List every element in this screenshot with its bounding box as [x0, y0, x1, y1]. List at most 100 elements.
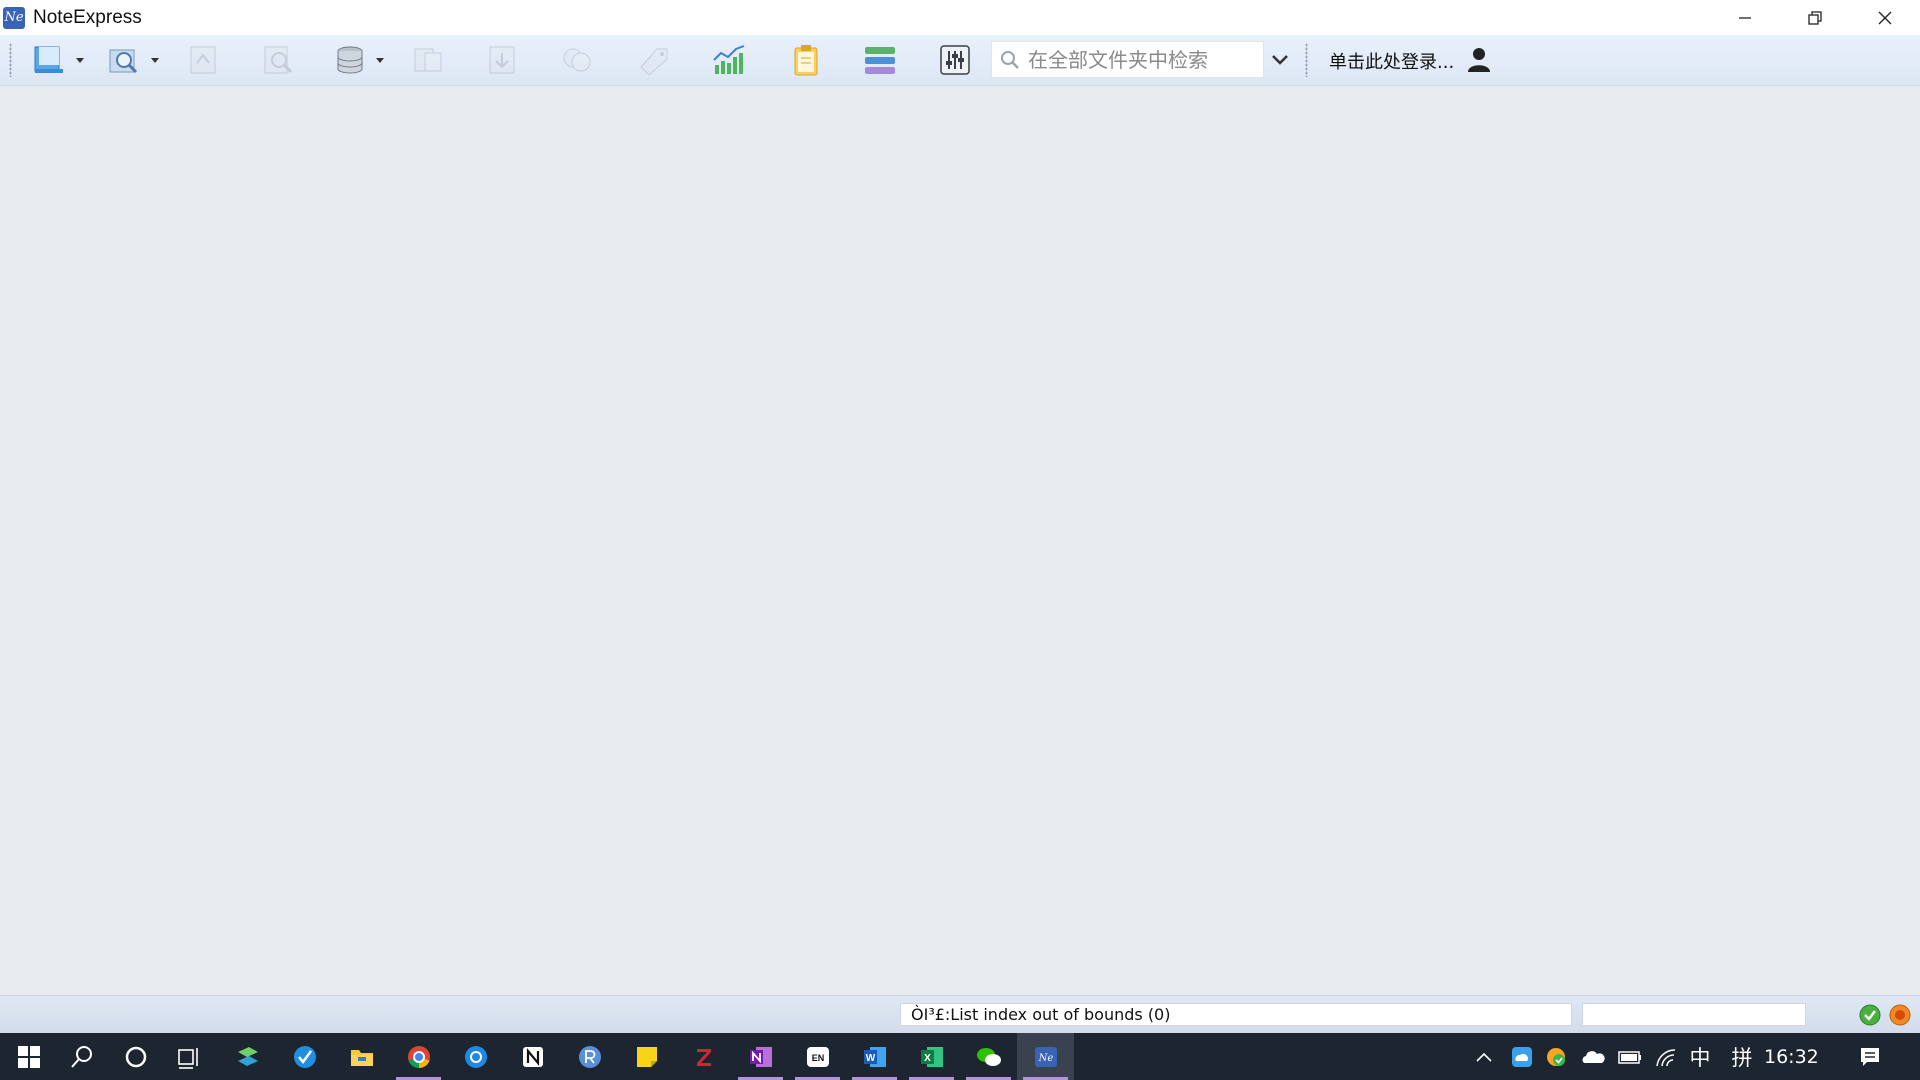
main-content-area [0, 86, 1920, 995]
online-search-dropdown-caret[interactable] [151, 58, 159, 63]
zotero-icon [696, 1048, 711, 1066]
tray-ime-mode[interactable]: 中 [1686, 1033, 1714, 1080]
noteexpress-icon: Ne [1034, 1046, 1057, 1067]
notes-button[interactable] [786, 42, 826, 78]
tray-sync-app[interactable] [1542, 1033, 1570, 1080]
find-fulltext-button[interactable] [258, 42, 298, 78]
word-icon: W [863, 1046, 886, 1067]
taskbar-file-explorer[interactable] [333, 1033, 390, 1080]
login-link[interactable]: 单击此处登录... [1329, 48, 1454, 74]
taskbar-cortana-button[interactable] [107, 1033, 164, 1080]
cloud-app-icon [1512, 1046, 1532, 1067]
folder-icon [350, 1049, 373, 1066]
taskbar-excel[interactable]: X [903, 1033, 960, 1080]
action-center-button[interactable] [1854, 1033, 1886, 1080]
find-duplicates-button[interactable] [557, 42, 597, 78]
r-icon [578, 1045, 601, 1068]
status-bar: ÒI³£:List index out of bounds (0) [0, 995, 1920, 1034]
noteexpress-logo-icon: Ne [3, 6, 25, 29]
notion-icon [522, 1046, 543, 1067]
svg-text:W: W [865, 1053, 875, 1064]
find-fulltext-icon [264, 46, 293, 74]
tray-overflow-button[interactable] [1472, 1033, 1496, 1080]
notification-icon [1861, 1047, 1879, 1066]
duplicates-icon [563, 48, 591, 72]
options-button[interactable] [935, 42, 975, 78]
taskbar-clock[interactable]: 16:32 [1764, 1046, 1819, 1068]
tray-cloud-app[interactable] [1508, 1033, 1536, 1080]
taskbar-chrome[interactable] [390, 1033, 447, 1080]
minimize-icon [1739, 16, 1751, 19]
arrow-app-icon [237, 1046, 258, 1066]
toolbar-grip-2[interactable] [1305, 43, 1308, 77]
tag-button[interactable] [634, 42, 674, 78]
taskbar-app-2[interactable] [276, 1033, 333, 1080]
layout-icon [865, 47, 895, 74]
download-fulltext-button[interactable] [483, 42, 523, 78]
smart-update-button[interactable] [408, 42, 448, 78]
check-app-icon [293, 1045, 316, 1068]
restore-icon [1808, 10, 1822, 25]
taskbar-mail[interactable] [447, 1033, 504, 1080]
window-controls [1710, 0, 1920, 35]
en-dictionary-icon: EN [806, 1046, 829, 1067]
taskbar-start-button[interactable] [0, 1033, 57, 1080]
tray-onedrive[interactable] [1578, 1033, 1608, 1080]
tray-ime-layout[interactable]: 拼 [1728, 1033, 1756, 1080]
chrome-icon [407, 1045, 430, 1068]
sticky-notes-icon [636, 1046, 657, 1067]
close-button[interactable] [1850, 0, 1920, 35]
stop-circle-icon[interactable] [1888, 1003, 1912, 1027]
status-secondary-panel [1582, 1003, 1806, 1026]
taskbar-r-app[interactable] [561, 1033, 618, 1080]
settings-sliders-icon [940, 45, 970, 75]
database-button[interactable] [330, 42, 370, 78]
download-icon [489, 46, 515, 74]
search-input[interactable] [1026, 46, 1250, 73]
onedrive-icon [1582, 1050, 1605, 1063]
taskbar-noteexpress[interactable]: Ne [1017, 1033, 1074, 1080]
search-scope-dropdown[interactable] [1268, 47, 1292, 73]
database-icon [337, 46, 363, 74]
toolbar-grip[interactable] [9, 43, 12, 77]
taskbar-zotero[interactable] [675, 1033, 732, 1080]
new-library-button[interactable] [28, 42, 68, 78]
new-library-dropdown-caret[interactable] [76, 58, 84, 63]
taskbar-onenote[interactable] [732, 1033, 789, 1080]
taskbar-wechat[interactable] [960, 1033, 1017, 1080]
user-icon[interactable] [1465, 45, 1493, 73]
taskbar-sticky-notes[interactable] [618, 1033, 675, 1080]
clipboard-icon [794, 45, 818, 76]
taskbar-task-view-button[interactable] [160, 1033, 217, 1080]
mail-icon [464, 1045, 487, 1068]
wifi-icon [1656, 1048, 1676, 1066]
restore-button[interactable] [1780, 0, 1850, 35]
online-search-button[interactable] [104, 42, 144, 78]
svg-text:Ne: Ne [1037, 1053, 1053, 1064]
library-icon [34, 46, 63, 73]
taskbar-notion[interactable] [504, 1033, 561, 1080]
database-dropdown-caret[interactable] [376, 58, 384, 63]
analysis-button[interactable] [709, 42, 749, 78]
import-fulltext-button[interactable] [184, 42, 224, 78]
online-search-icon [109, 49, 138, 74]
task-view-icon [177, 1047, 198, 1069]
search-box[interactable] [991, 41, 1264, 78]
tray-wifi[interactable] [1651, 1033, 1681, 1080]
wechat-icon [976, 1047, 1001, 1066]
taskbar-word[interactable]: W [846, 1033, 903, 1080]
chevron-up-icon [1476, 1052, 1492, 1062]
windows-start-icon [17, 1045, 40, 1068]
taskbar-dictionary[interactable]: EN [789, 1033, 846, 1080]
taskbar-app-1[interactable] [219, 1033, 276, 1080]
minimize-button[interactable] [1710, 0, 1780, 35]
title-bar: Ne NoteExpress [0, 0, 1920, 35]
check-circle-icon[interactable] [1858, 1003, 1882, 1027]
excel-icon: X [920, 1046, 943, 1067]
layout-button[interactable] [860, 42, 900, 78]
onenote-icon [749, 1046, 772, 1067]
taskbar-search-button[interactable] [53, 1033, 110, 1080]
tray-battery[interactable] [1615, 1033, 1645, 1080]
battery-icon [1618, 1050, 1641, 1064]
svg-text:EN: EN [811, 1053, 824, 1063]
